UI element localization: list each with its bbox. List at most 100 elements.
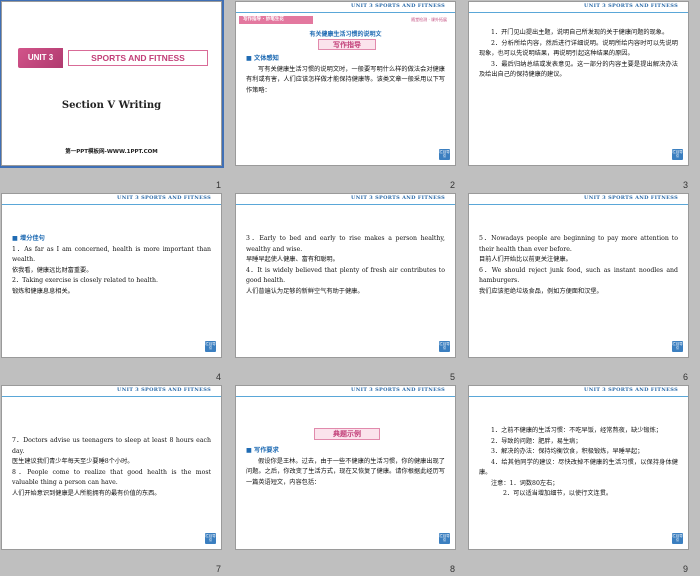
slide-number: 8 [449, 564, 455, 574]
slide-thumbnail-4[interactable]: UNIT 3 SPORTS AND FITNESS ■ 增分佳句 1．As fa… [1, 193, 233, 385]
section-tab: 写作指导 · 妙笔生花 [239, 16, 313, 24]
header-text: UNIT 3 SPORTS AND FITNESS [584, 3, 678, 9]
nav-icon: 栏目导引 [672, 149, 683, 160]
slide-body: ■ 写作要求 假设你是王林。过去，由于一些不健康的生活习惯，你的健康出现了问题。… [246, 446, 445, 488]
section-tab-right: 随堂检测 · 课外拓展 [411, 17, 447, 22]
list-item: 2．可以适当增加细节，以使行文连贯。 [503, 490, 613, 497]
slide-header: UNIT 3 SPORTS AND FITNESS [236, 2, 455, 13]
slide-header: UNIT 3 SPORTS AND FITNESS [469, 194, 688, 205]
section-title: ■ 文体感知 [246, 55, 279, 62]
text-line: 依我看，健康远比财富重要。 [12, 266, 93, 274]
slide-body: ■ 文体感知 写有关健康生活习惯的说明文时，一般要写明什么样的做法会对健康有利或… [246, 54, 445, 96]
slide-number: 5 [449, 372, 455, 382]
footer-text: 第一PPT模板网-WWW.1PPT.COM [65, 149, 158, 155]
text-line: 早睡早起使人健康、富有和聪明。 [246, 256, 339, 263]
slide-number: 2 [449, 180, 455, 190]
nav-icon: 栏目导引 [205, 341, 216, 352]
slide-canvas: UNIT 3 SPORTS AND FITNESS 1．之前不健康的生活习惯：不… [468, 385, 689, 550]
slide-number: 7 [215, 564, 221, 574]
list-item: 1．之前不健康的生活习惯：不吃早饭，经常熬夜，缺少锻炼； [491, 427, 662, 434]
slide-body: 1．之前不健康的生活习惯：不吃早饭，经常熬夜，缺少锻炼； 2．导致的问题：肥胖，… [479, 426, 678, 500]
heading-box: 典题示例 [314, 428, 380, 440]
text-line: 目前人们开始比以前更关注健康。 [479, 256, 572, 263]
text-line: 5．Nowadays people are beginning to pay m… [479, 235, 678, 253]
slide-thumbnail-3[interactable]: UNIT 3 SPORTS AND FITNESS 1．开门见山提出主题，说明自… [468, 1, 700, 193]
slide-body: 5．Nowadays people are beginning to pay m… [479, 234, 678, 297]
unit-title: SPORTS AND FITNESS [68, 50, 208, 66]
nav-icon: 栏目导引 [439, 533, 450, 544]
slide-body: ■ 增分佳句 1．As far as I am concerned, healt… [12, 234, 211, 297]
slide-body: 1．开门见山提出主题，说明自己所发现的关于健康问题的现象。 2．分析所给内容，然… [479, 28, 678, 81]
header-text: UNIT 3 SPORTS AND FITNESS [117, 195, 211, 201]
slide-canvas: UNIT 3 SPORTS AND FITNESS ■ 增分佳句 1．As fa… [1, 193, 222, 358]
slide-header: UNIT 3 SPORTS AND FITNESS [469, 2, 688, 13]
header-text: UNIT 3 SPORTS AND FITNESS [584, 387, 678, 393]
slide-number: 3 [682, 180, 688, 190]
section-title: ■ 增分佳句 [12, 235, 45, 242]
slide-header: UNIT 3 SPORTS AND FITNESS [236, 194, 455, 205]
text-line: 3．Early to bed and early to rise makes a… [246, 235, 445, 253]
header-text: UNIT 3 SPORTS AND FITNESS [117, 387, 211, 393]
slide-canvas: UNIT 3 SPORTS AND FITNESS 典题示例 ■ 写作要求 假设… [235, 385, 456, 550]
list-item: 注意：1．词数80左右； [491, 479, 559, 487]
header-text: UNIT 3 SPORTS AND FITNESS [584, 195, 678, 201]
slide-canvas: UNIT 3 SPORTS AND FITNESS 5．Nowadays peo… [468, 193, 689, 358]
list-item: 1．开门见山提出主题，说明自己所发现的关于健康问题的现象。 [491, 29, 669, 36]
slide-thumbnail-8[interactable]: UNIT 3 SPORTS AND FITNESS 典题示例 ■ 写作要求 假设… [235, 385, 467, 576]
list-item: 2．导致的问题：肥胖，易生病； [491, 437, 582, 445]
slide-canvas: UNIT 3 SPORTS AND FITNESS 1．开门见山提出主题，说明自… [468, 1, 689, 166]
slide-thumbnail-6[interactable]: UNIT 3 SPORTS AND FITNESS 5．Nowadays peo… [468, 193, 700, 385]
text-line: 我们应该拒绝垃圾食品，例如方便面和汉堡。 [479, 287, 603, 295]
title-band: UNIT 3 SPORTS AND FITNESS [18, 48, 208, 68]
section-title: ■ 写作要求 [246, 447, 279, 454]
text-line: 人们开始意识到健康是人所能拥有的最有价值的东西。 [12, 489, 161, 497]
list-item: 3．解决的办法：保持均衡饮食，积极锻炼，早睡早起； [491, 448, 644, 455]
slide-thumbnail-1[interactable]: UNIT 3 SPORTS AND FITNESS Section Ⅴ Writ… [0, 0, 233, 193]
nav-icon: 栏目导引 [439, 341, 450, 352]
slide-thumbnail-9[interactable]: UNIT 3 SPORTS AND FITNESS 1．之前不健康的生活习惯：不… [468, 385, 700, 576]
slide-body: 7．Doctors advise us teenagers to sleep a… [12, 436, 211, 499]
text-line: 2．Taking exercise is closely related to … [12, 277, 158, 284]
slide-canvas: UNIT 3 SPORTS AND FITNESS 3．Early to bed… [235, 193, 456, 358]
text-line: 8．People come to realize that good healt… [12, 468, 211, 487]
slide-number: 1 [215, 180, 221, 190]
section-title: Section Ⅴ Writing [61, 100, 162, 111]
nav-icon: 栏目导引 [205, 533, 216, 544]
nav-icon: 栏目导引 [439, 149, 450, 160]
body-text: 写有关健康生活习惯的说明文时，一般要写明什么样的做法会对健康有利或有害，人们应该… [246, 65, 445, 94]
slide-header: UNIT 3 SPORTS AND FITNESS [2, 194, 221, 205]
nav-icon: 栏目导引 [672, 533, 683, 544]
text-line: 锻炼和健康息息相关。 [12, 287, 74, 295]
slide-thumbnail-7[interactable]: UNIT 3 SPORTS AND FITNESS 7．Doctors advi… [1, 385, 233, 576]
slide-canvas: UNIT 3 SPORTS AND FITNESS 7．Doctors advi… [1, 385, 222, 550]
slide-number: 9 [682, 564, 688, 574]
header-text: UNIT 3 SPORTS AND FITNESS [351, 387, 445, 393]
text-line: 7．Doctors advise us teenagers to sleep a… [12, 437, 211, 455]
list-item: 4．给其他同学的建议：尽快改掉不健康的生活习惯，以保持身体健康。 [479, 458, 678, 477]
unit-badge: UNIT 3 [18, 48, 63, 68]
slide-number: 6 [682, 372, 688, 382]
slide-thumbnail-5[interactable]: UNIT 3 SPORTS AND FITNESS 3．Early to bed… [235, 193, 467, 385]
slide-canvas: UNIT 3 SPORTS AND FITNESS 写作指导 · 妙笔生花 随堂… [235, 1, 456, 166]
text-line: 医生建议我们青少年每天至少要睡8个小时。 [12, 458, 134, 465]
heading-box: 写作指导 [318, 39, 376, 50]
slide-heading: 有关健康生活习惯的说明文 [309, 31, 382, 38]
text-line: 4．It is widely believed that plenty of f… [246, 266, 445, 285]
nav-icon: 栏目导引 [672, 341, 683, 352]
section-tabbar: 写作指导 · 妙笔生花 随堂检测 · 课外拓展 [236, 16, 455, 24]
text-line: 人们普遍认为足够的新鲜空气有助于健康。 [246, 287, 364, 295]
slide-thumbnail-2[interactable]: UNIT 3 SPORTS AND FITNESS 写作指导 · 妙笔生花 随堂… [235, 1, 467, 193]
list-item: 2．分析所给内容，然后进行详细说明。说明所给内容时可以先说明现象，也可以先说明结… [479, 39, 678, 58]
text-line: 1．As far as I am concerned, health is mo… [12, 245, 211, 264]
header-text: UNIT 3 SPORTS AND FITNESS [351, 195, 445, 201]
slide-header: UNIT 3 SPORTS AND FITNESS [469, 386, 688, 397]
header-text: UNIT 3 SPORTS AND FITNESS [351, 3, 445, 9]
slide-body: 3．Early to bed and early to rise makes a… [246, 234, 445, 297]
slide-header: UNIT 3 SPORTS AND FITNESS [2, 386, 221, 397]
slide-canvas: UNIT 3 SPORTS AND FITNESS Section Ⅴ Writ… [0, 0, 224, 168]
body-text: 假设你是王林。过去，由于一些不健康的生活习惯，你的健康出现了问题。之后，你改变了… [246, 457, 445, 486]
slide-header: UNIT 3 SPORTS AND FITNESS [236, 386, 455, 397]
slide-number: 4 [215, 372, 221, 382]
text-line: 6．We should reject junk food, such as in… [479, 266, 678, 285]
list-item: 3．最后归纳总结或发表意见。这一部分的内容主要是提出解决办法及给出自己的保持健康… [479, 60, 678, 79]
